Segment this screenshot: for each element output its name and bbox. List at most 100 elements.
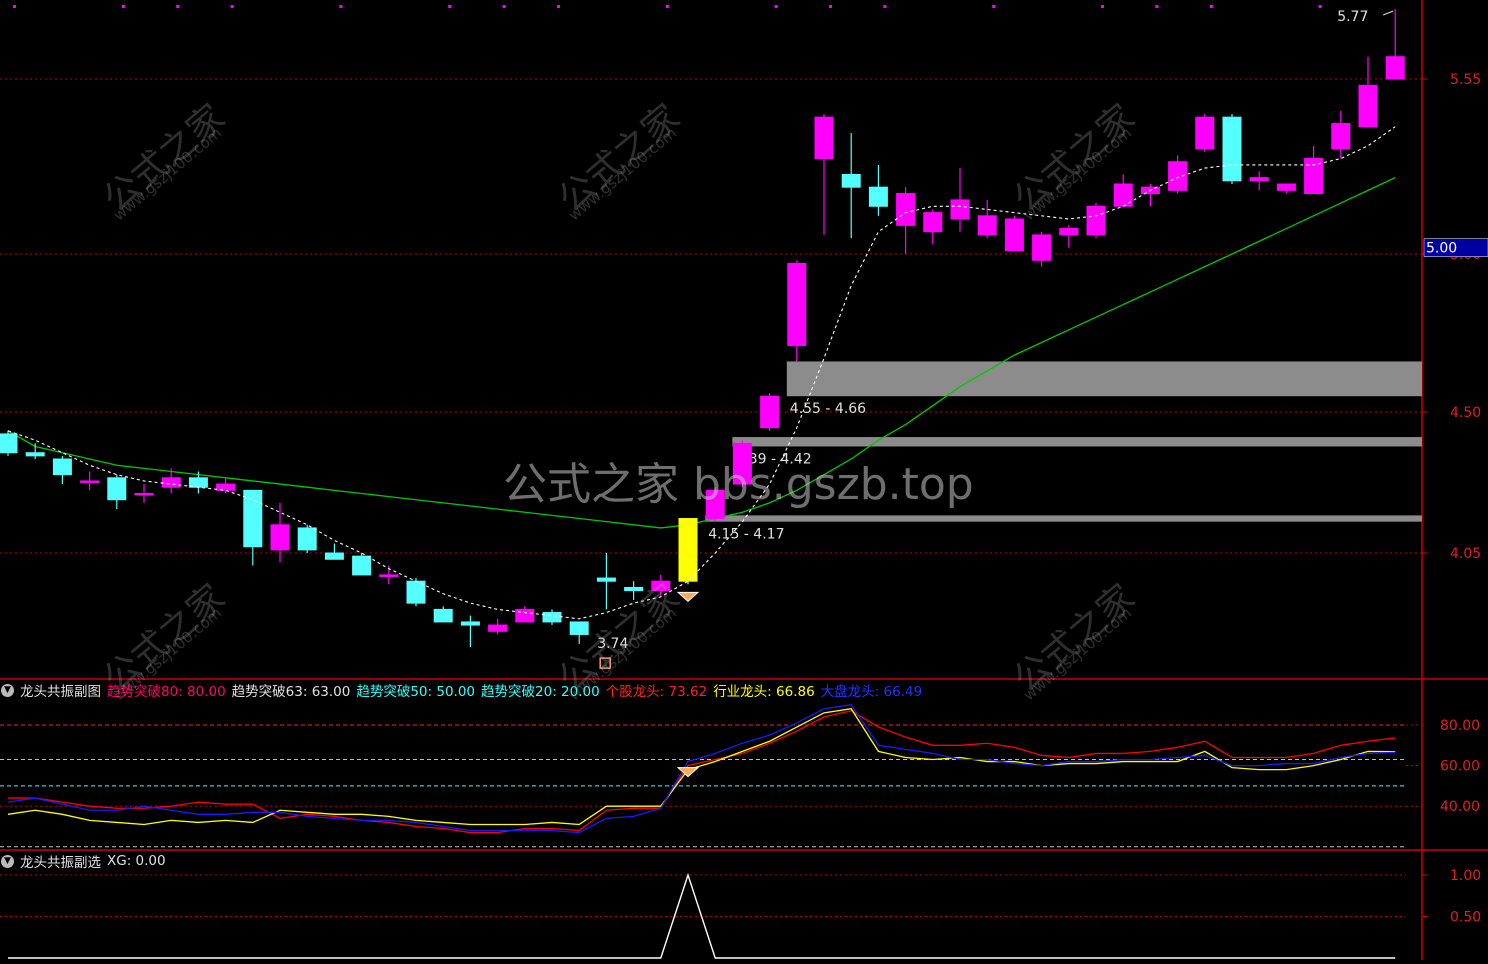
candle-body [1168, 161, 1188, 191]
candle-body [161, 477, 181, 488]
candle [977, 199, 997, 239]
top-marker-dot [230, 5, 234, 8]
candle [569, 621, 589, 644]
candle-body [243, 489, 263, 548]
candle-body [460, 621, 480, 626]
candle [1086, 203, 1106, 239]
top-marker-dot [829, 5, 832, 8]
sub1-item-3: 趋势突破20: 20.00 [481, 684, 600, 700]
sub1-item-2: 趋势突破50: 50.00 [356, 684, 476, 700]
sub1-item-6: 大盘龙头: 66.49 [820, 684, 923, 700]
current-price-label: 5.00 [1426, 241, 1457, 257]
candle-body [569, 621, 589, 635]
candle [1168, 155, 1188, 194]
sub1-item-0: 趋势突破80: 80.00 [107, 684, 226, 700]
candle [624, 581, 644, 600]
support-zone [786, 361, 1422, 397]
candle-body [188, 477, 208, 488]
zone-label: 4.15 - 4.17 [708, 527, 784, 543]
candle-body [0, 433, 18, 454]
candle [1385, 9, 1405, 80]
candle-body [25, 452, 45, 457]
candle [814, 114, 834, 235]
candle-body [977, 215, 997, 236]
candle-body [80, 480, 100, 483]
candle [460, 615, 480, 647]
candle [515, 606, 535, 623]
candle [1304, 145, 1324, 195]
candle [1032, 231, 1052, 267]
chart-root: 5.555.004.504.055.004.55 - 4.664.39 - 4.… [0, 0, 1488, 960]
candle [787, 260, 807, 362]
candle [705, 487, 725, 522]
candle-body [1032, 234, 1052, 261]
candle [841, 133, 861, 239]
candle-body [1331, 123, 1351, 150]
candle-body [896, 193, 916, 226]
candle [324, 543, 344, 560]
high-arrow [1383, 10, 1394, 16]
candle [596, 553, 616, 610]
candle-body [324, 552, 344, 560]
candle [1004, 215, 1024, 252]
sub1-item-5: 行业龙头: 66.86 [713, 684, 815, 700]
candle [651, 574, 671, 597]
ma-long-line [7, 177, 1396, 529]
sub1-series-line [7, 708, 1396, 826]
top-marker-dot [665, 5, 669, 8]
candle-body [52, 458, 72, 476]
candle [107, 474, 127, 510]
candle-body [1086, 205, 1106, 236]
candle [1195, 114, 1215, 153]
candle-body [1276, 183, 1296, 191]
candle-body [379, 574, 399, 577]
candle-body [787, 262, 807, 347]
candle-body [1249, 177, 1269, 182]
candle [52, 455, 72, 485]
candle-body [678, 518, 698, 582]
candle-body [732, 442, 752, 485]
candle-body [1195, 116, 1215, 150]
collapse-icon[interactable]: ▼ [1, 854, 14, 868]
candle [542, 609, 562, 626]
candle-body [841, 173, 861, 188]
candle-body [868, 186, 888, 207]
candle-body [1385, 56, 1405, 80]
y-tick-label: 4.05 [1450, 546, 1481, 562]
candle [732, 440, 752, 488]
top-marker-dot [448, 5, 452, 8]
sub2-y-tick-label: 0.50 [1450, 910, 1481, 926]
support-zone [705, 515, 1422, 522]
candle [80, 471, 100, 491]
top-marker-dot [1155, 5, 1159, 8]
candle [1276, 183, 1296, 194]
candle [216, 477, 236, 494]
candle-body [814, 116, 834, 160]
low-marker-icon [599, 657, 611, 669]
sub2-item-0: XG: 0.00 [107, 853, 166, 869]
candle-body [488, 624, 508, 632]
low-label: 3.74 [597, 636, 628, 652]
collapse-icon[interactable]: ▼ [1, 683, 14, 697]
support-zone [732, 437, 1422, 447]
candle-body [297, 527, 317, 551]
y-tick-label: 5.55 [1450, 72, 1481, 88]
sub2-legend: ▼ 龙头共振副选 XG: 0.00 [0, 851, 172, 871]
candle-body [107, 477, 127, 501]
candle-body [134, 492, 154, 496]
sub1-title[interactable]: 龙头共振副图 [20, 680, 101, 700]
candle [1358, 56, 1378, 128]
top-marker-dot [176, 5, 180, 8]
candle-body [433, 608, 453, 623]
candle [950, 168, 970, 232]
top-marker-dot [992, 5, 996, 8]
candle [243, 489, 263, 566]
candle-body [270, 524, 290, 551]
sub2-title[interactable]: 龙头共振副选 [20, 851, 101, 871]
top-marker-dot [557, 5, 560, 8]
top-marker-dot [883, 5, 887, 8]
candle [1113, 174, 1133, 207]
candle [488, 618, 508, 635]
candle [25, 443, 45, 459]
candle [896, 187, 916, 254]
